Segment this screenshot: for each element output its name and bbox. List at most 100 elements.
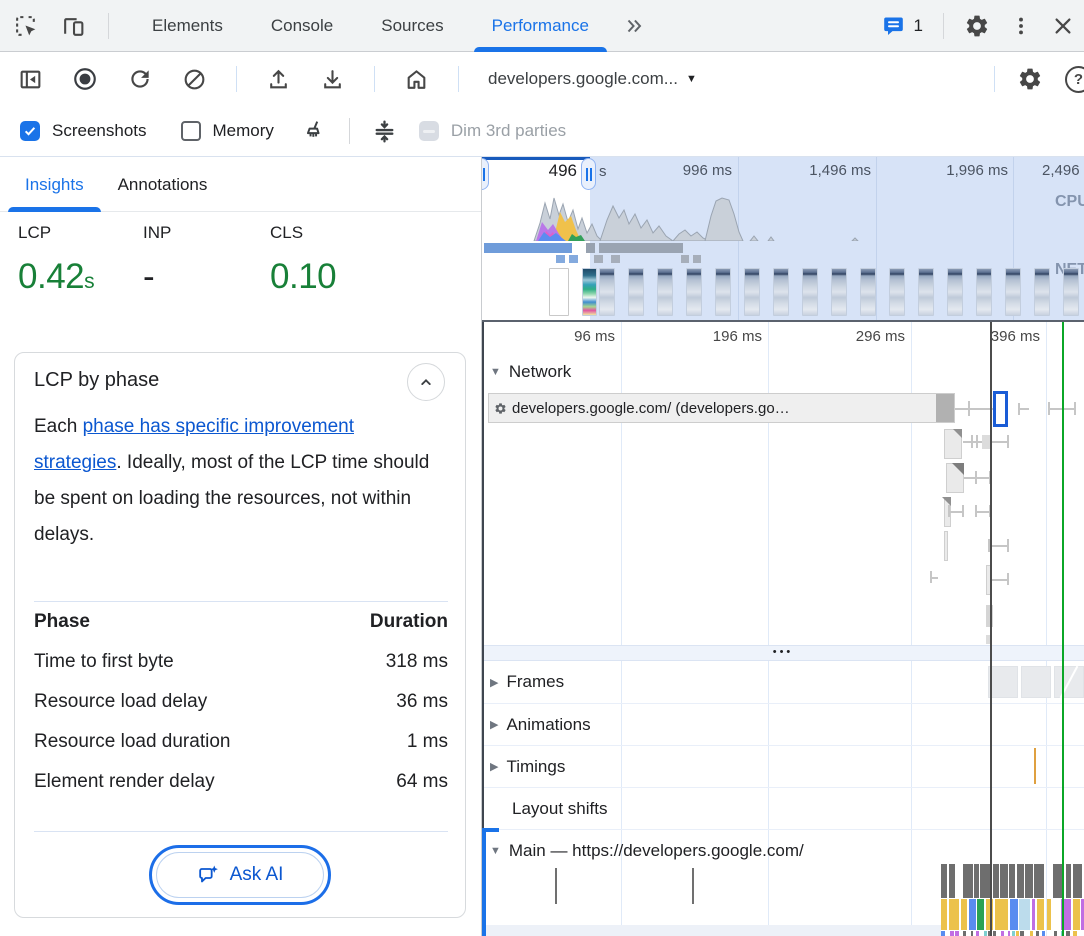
col-phase: Phase (34, 611, 90, 633)
main-thread-label: Main — https://developers.google.com/ (509, 841, 804, 861)
flame-row-shade (484, 925, 941, 936)
device-toolbar-icon[interactable] (61, 14, 86, 39)
ai-chat-icon (197, 864, 220, 887)
dim-third-parties-label: Dim 3rd parties (451, 121, 566, 141)
disclosure-open-icon[interactable]: ▼ (490, 845, 501, 857)
toolbar-divider (236, 66, 237, 92)
phase-row: Time to first byte 318 ms (34, 651, 448, 673)
collapse-tracks-icon[interactable] (372, 119, 397, 144)
tab-elements[interactable]: Elements (128, 0, 247, 52)
card-divider (34, 831, 448, 832)
timeline-cursor-line (990, 322, 992, 936)
animations-track[interactable]: ▶ Animations (482, 703, 1084, 745)
timing-marker (1034, 748, 1036, 784)
overview-tick: 2,496 ms (1042, 162, 1084, 179)
track-splitter[interactable]: ••• (482, 645, 1084, 661)
metric-inp: INP - (143, 223, 171, 243)
issues-icon[interactable] (882, 14, 906, 38)
selection-left-handle[interactable] (482, 158, 489, 190)
performance-toolbar: developers.google.com... ▼ ? (0, 52, 1084, 106)
timings-track[interactable]: ▶ Timings (482, 745, 1084, 787)
frame-thumbnail[interactable] (1054, 666, 1084, 698)
clear-icon[interactable] (182, 67, 207, 92)
phase-name: Time to first byte (34, 651, 174, 673)
capture-settings-bar: Screenshots Memory Dim 3rd parties (0, 106, 1084, 157)
caret-down-icon: ▼ (686, 73, 697, 85)
disclosure-closed-icon[interactable]: ▶ (490, 676, 498, 689)
screenshots-label: Screenshots (52, 121, 147, 141)
tab-sources[interactable]: Sources (357, 0, 467, 52)
main-track-accent (482, 828, 486, 936)
ask-ai-focus-ring: Ask AI (149, 845, 331, 905)
inspect-element-icon[interactable] (14, 14, 39, 39)
devtools-window: Elements Console Sources Performance 1 (0, 0, 1084, 936)
record-icon[interactable] (72, 66, 98, 92)
issues-count: 1 (914, 16, 923, 36)
animations-track-label: Animations (506, 715, 590, 735)
capture-settings-gear-icon[interactable] (1017, 66, 1043, 92)
sidebar-tabs: Insights Annotations (0, 157, 481, 212)
ask-ai-label: Ask AI (230, 864, 284, 886)
selection-end-unit: s (599, 163, 607, 180)
close-icon[interactable] (1052, 15, 1074, 37)
download-profile-icon[interactable] (320, 67, 345, 92)
disclosure-closed-icon[interactable]: ▶ (490, 718, 498, 731)
dim-third-parties-checkbox[interactable] (419, 121, 439, 141)
metric-inp-value: - (143, 257, 154, 297)
network-track-header[interactable]: ▼ Network (490, 362, 571, 382)
ruler-tick: 96 ms (515, 328, 615, 345)
network-request-bar[interactable]: developers.google.com/ (developers.go… (488, 393, 955, 423)
task-mark (555, 868, 557, 904)
selection-end-time: 496 (482, 161, 577, 181)
selection-right-handle[interactable] (581, 158, 596, 190)
insights-sidebar: Insights Annotations LCP 0.42s INP - CLS… (0, 157, 482, 936)
ask-ai-button[interactable]: Ask AI (156, 852, 324, 898)
toolbar-divider (108, 13, 109, 39)
home-icon[interactable] (404, 67, 429, 92)
more-tabs-icon[interactable] (613, 0, 655, 52)
phase-duration: 64 ms (396, 771, 448, 793)
help-icon[interactable]: ? (1065, 66, 1084, 93)
settings-gear-icon[interactable] (964, 13, 990, 39)
memory-label: Memory (213, 121, 274, 141)
timeline-overview[interactable]: 496 s 996 ms 1,496 ms 1,996 ms 2,496 ms … (482, 157, 1084, 320)
track-left-border (482, 322, 484, 828)
card-collapse-button[interactable] (407, 363, 445, 401)
phase-name: Element render delay (34, 771, 215, 793)
garbage-collect-icon[interactable] (302, 119, 327, 144)
disclosure-closed-icon[interactable]: ▶ (490, 760, 498, 773)
panel-tabs: Elements Console Sources Performance (128, 0, 655, 52)
layout-shifts-track[interactable]: Layout shifts (482, 787, 1084, 829)
tab-annotations[interactable]: Annotations (101, 157, 225, 212)
timings-track-label: Timings (506, 757, 565, 777)
network-overview (482, 243, 1084, 267)
frame-thumbnail[interactable] (988, 666, 1018, 698)
metric-inp-label: INP (143, 223, 171, 243)
toggle-sidebar-icon[interactable] (18, 67, 43, 92)
timeline-main[interactable]: 96 ms 196 ms 296 ms 396 ms ▼ Network dev… (482, 320, 1084, 936)
devtools-tab-bar: Elements Console Sources Performance 1 (0, 0, 1084, 52)
history-selector[interactable]: developers.google.com... ▼ (488, 69, 697, 89)
toolbar-divider (374, 66, 375, 92)
overview-tick: 1,496 ms (771, 162, 871, 179)
toolbar-divider (994, 66, 995, 92)
filmstrip[interactable] (482, 267, 1084, 319)
frame-thumbnail[interactable] (1021, 666, 1051, 698)
metric-cls-label: CLS (270, 223, 303, 243)
phase-duration: 1 ms (407, 731, 448, 753)
card-description: Each phase has specific improvement stra… (34, 409, 442, 553)
kebab-menu-icon[interactable] (1010, 15, 1032, 37)
upload-profile-icon[interactable] (266, 67, 291, 92)
selected-request-box[interactable] (993, 391, 1008, 427)
tab-insights[interactable]: Insights (8, 157, 101, 212)
record-and-reload-icon[interactable] (127, 66, 153, 92)
network-track-label: Network (509, 362, 571, 382)
memory-checkbox[interactable] (181, 121, 201, 141)
metric-lcp-label: LCP (18, 223, 51, 243)
phase-table-header: Phase Duration (34, 611, 448, 633)
screenshots-checkbox[interactable] (20, 121, 40, 141)
tab-performance[interactable]: Performance (468, 0, 613, 52)
toolbar-divider (349, 118, 350, 144)
tab-console[interactable]: Console (247, 0, 357, 52)
ruler-tick: 296 ms (805, 328, 905, 345)
